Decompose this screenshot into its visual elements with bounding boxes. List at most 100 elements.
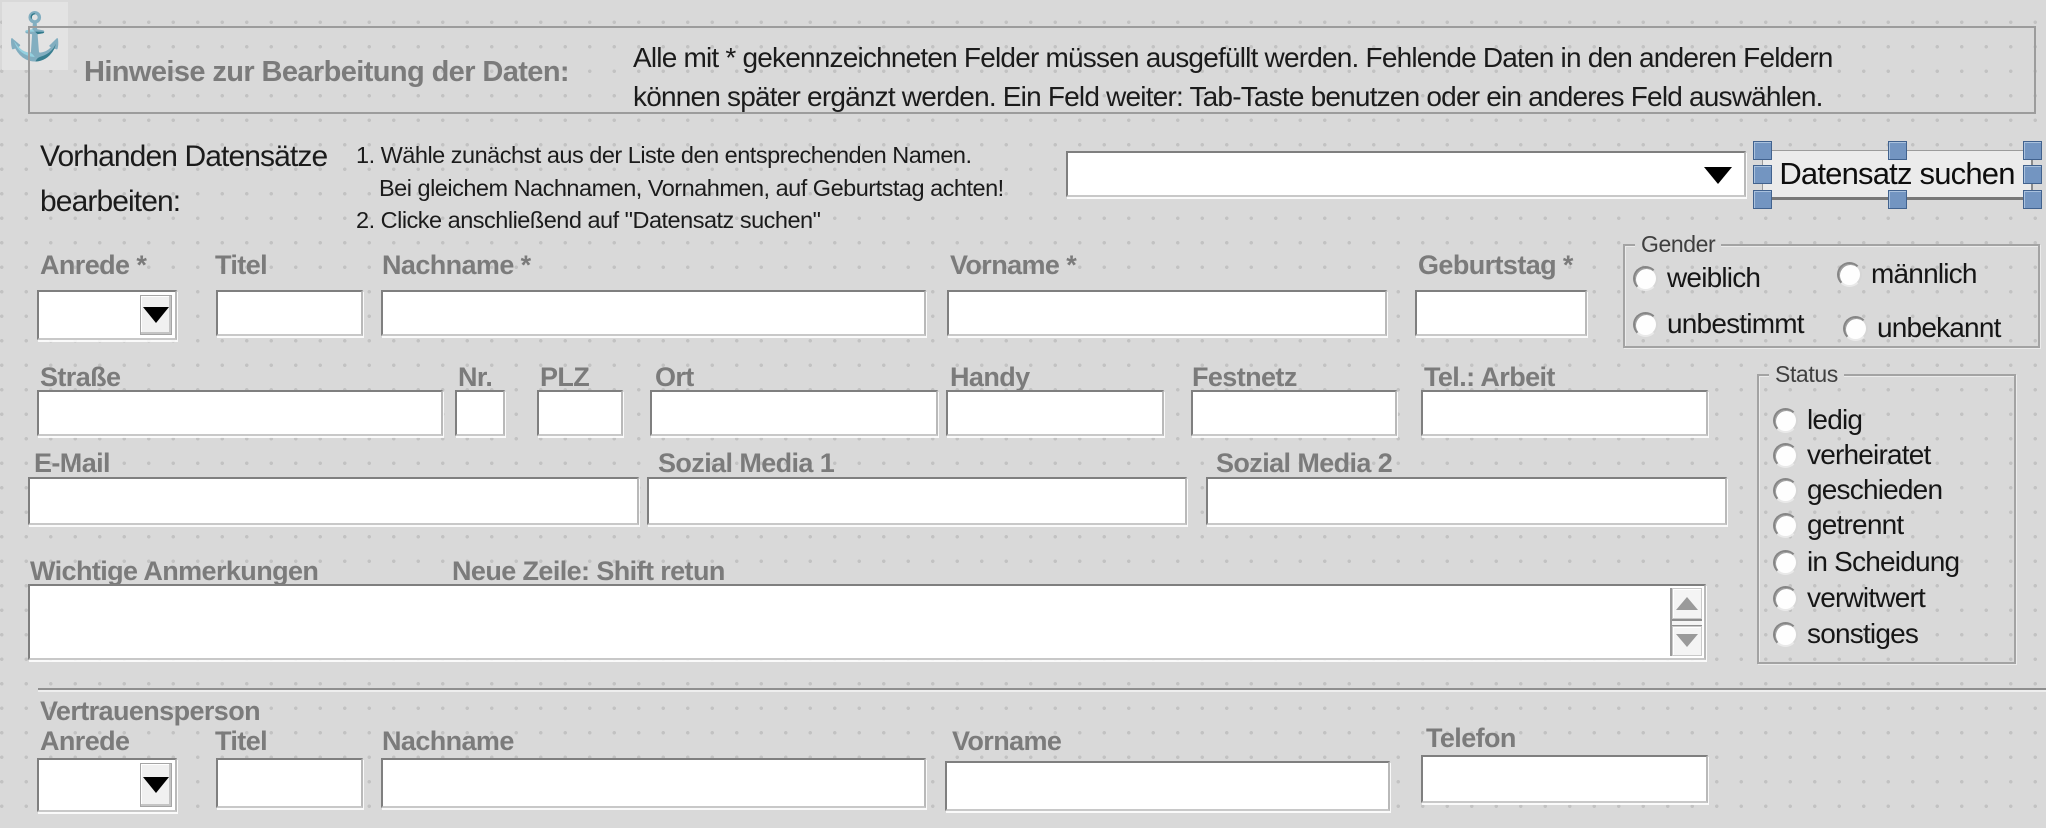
ort-label: Ort xyxy=(655,362,694,393)
anmerkungen-label: Wichtige Anmerkungen xyxy=(30,556,318,587)
geburtstag-input[interactable] xyxy=(1415,290,1587,336)
hint-title: Hinweise zur Bearbeitung der Daten: xyxy=(84,56,569,89)
scroll-down-icon xyxy=(1676,634,1698,647)
titel-input[interactable] xyxy=(216,290,363,336)
vp-anrede-label: Anrede xyxy=(40,726,129,757)
vp-anrede-dropdown-button[interactable] xyxy=(140,763,172,807)
scroll-down-button[interactable] xyxy=(1672,626,1702,657)
anmerkungen-textarea[interactable] xyxy=(28,584,1706,660)
search-step2: 2. Clicke anschließend auf "Datensatz su… xyxy=(356,204,1004,237)
status-option-in-scheidung[interactable]: in Scheidung xyxy=(1773,546,1959,578)
radio-button-icon[interactable] xyxy=(1773,513,1798,538)
plz-label: PLZ xyxy=(540,362,589,393)
chevron-down-icon xyxy=(143,307,169,323)
nachname-input[interactable] xyxy=(381,290,926,336)
tel-arbeit-input[interactable] xyxy=(1421,390,1708,436)
selection-handle[interactable] xyxy=(2023,141,2042,160)
status-option-geschieden[interactable]: geschieden xyxy=(1773,474,1942,506)
selection-handle[interactable] xyxy=(2023,190,2042,209)
anrede-label: Anrede * xyxy=(40,250,146,281)
radio-button-icon[interactable] xyxy=(1633,312,1658,337)
hint-line1: Alle mit * gekennzeichneten Felder müsse… xyxy=(633,38,1833,77)
selection-handle[interactable] xyxy=(1888,190,1907,209)
gender-legend: Gender xyxy=(1635,231,1721,258)
selection-handle[interactable] xyxy=(1753,165,1772,184)
radio-button-icon[interactable] xyxy=(1837,262,1862,287)
status-option-verheiratet[interactable]: verheiratet xyxy=(1773,439,1931,471)
gender-option-unbestimmt[interactable]: unbestimmt xyxy=(1633,308,1804,340)
search-section-label: Vorhanden Datensätze bearbeiten: xyxy=(40,134,327,224)
vp-nachname-input[interactable] xyxy=(381,758,926,808)
festnetz-label: Festnetz xyxy=(1192,362,1297,393)
scroll-up-button[interactable] xyxy=(1672,588,1702,619)
sozial-media-1-input[interactable] xyxy=(647,477,1187,525)
sozial-media-2-label: Sozial Media 2 xyxy=(1216,448,1392,479)
scrollbar[interactable] xyxy=(1670,588,1702,656)
vp-anrede-dropdown[interactable] xyxy=(37,758,177,812)
vp-titel-label: Titel xyxy=(215,726,267,757)
selection-handle[interactable] xyxy=(1888,141,1907,160)
status-groupbox: Status ledig verheiratet geschieden getr… xyxy=(1757,374,2016,664)
name-combobox[interactable] xyxy=(1066,151,1746,197)
status-option-ledig[interactable]: ledig xyxy=(1773,404,1862,436)
strasse-input[interactable] xyxy=(37,390,443,436)
radio-button-icon[interactable] xyxy=(1773,478,1798,503)
anmerkungen-hint: Neue Zeile: Shift retun xyxy=(452,556,725,587)
status-option-verwitwert[interactable]: verwitwert xyxy=(1773,582,1925,614)
tel-arbeit-label: Tel.: Arbeit xyxy=(1424,362,1555,393)
nachname-label: Nachname * xyxy=(382,250,531,281)
search-steps: 1. Wähle zunächst aus der Liste den ents… xyxy=(356,139,1004,237)
titel-label: Titel xyxy=(215,250,267,281)
handy-input[interactable] xyxy=(946,390,1164,436)
hint-line2: können später ergänzt werden. Ein Feld w… xyxy=(633,77,1833,116)
email-label: E-Mail xyxy=(34,448,110,479)
chevron-down-icon xyxy=(143,777,169,793)
status-option-getrennt[interactable]: getrennt xyxy=(1773,509,1903,541)
radio-button-icon[interactable] xyxy=(1773,408,1798,433)
selection-handle[interactable] xyxy=(1753,141,1772,160)
sozial-media-1-label: Sozial Media 1 xyxy=(658,448,834,479)
status-legend: Status xyxy=(1769,361,1844,388)
radio-button-icon[interactable] xyxy=(1773,586,1798,611)
section-divider xyxy=(38,688,2046,690)
scrollbar-thumb[interactable] xyxy=(1672,619,1702,626)
search-step1-note: Bei gleichem Nachnamen, Vornahmen, auf G… xyxy=(356,172,1004,205)
vp-nachname-label: Nachname xyxy=(382,726,514,757)
radio-button-icon[interactable] xyxy=(1773,550,1798,575)
radio-button-icon[interactable] xyxy=(1773,622,1798,647)
handy-label: Handy xyxy=(950,362,1030,393)
vorname-input[interactable] xyxy=(947,290,1387,336)
geburtstag-label: Geburtstag * xyxy=(1418,250,1573,281)
radio-button-icon[interactable] xyxy=(1843,316,1868,341)
strasse-label: Straße xyxy=(40,362,120,393)
vp-titel-input[interactable] xyxy=(216,758,363,808)
nr-input[interactable] xyxy=(455,390,505,436)
dropdown-arrow-icon[interactable] xyxy=(1704,167,1732,184)
scroll-up-icon xyxy=(1676,597,1698,610)
gender-option-maennlich[interactable]: männlich xyxy=(1837,258,1977,290)
radio-button-icon[interactable] xyxy=(1633,266,1658,291)
search-step1: 1. Wähle zunächst aus der Liste den ents… xyxy=(356,139,1004,172)
anrede-dropdown[interactable] xyxy=(37,290,177,340)
gender-option-weiblich[interactable]: weiblich xyxy=(1633,262,1760,294)
vorname-label: Vorname * xyxy=(950,250,1076,281)
plz-input[interactable] xyxy=(537,390,623,436)
gender-groupbox: Gender weiblich männlich unbestimmt unbe… xyxy=(1623,244,2040,348)
anrede-dropdown-button[interactable] xyxy=(140,295,172,335)
vp-vorname-label: Vorname xyxy=(952,726,1061,757)
status-option-sonstiges[interactable]: sonstiges xyxy=(1773,618,1918,650)
selection-handle[interactable] xyxy=(1753,190,1772,209)
form-canvas: ⚓ Hinweise zur Bearbeitung der Daten: Al… xyxy=(0,0,2046,828)
email-input[interactable] xyxy=(28,477,639,525)
hint-text: Alle mit * gekennzeichneten Felder müsse… xyxy=(633,38,1833,116)
gender-option-unbekannt[interactable]: unbekannt xyxy=(1843,312,2001,344)
sozial-media-2-input[interactable] xyxy=(1206,477,1727,525)
vp-telefon-input[interactable] xyxy=(1421,755,1708,803)
selection-handle[interactable] xyxy=(2023,165,2042,184)
vp-vorname-input[interactable] xyxy=(945,761,1390,811)
festnetz-input[interactable] xyxy=(1191,390,1397,436)
radio-button-icon[interactable] xyxy=(1773,443,1798,468)
vp-telefon-label: Telefon xyxy=(1426,723,1516,754)
ort-input[interactable] xyxy=(650,390,938,436)
nr-label: Nr. xyxy=(458,362,492,393)
